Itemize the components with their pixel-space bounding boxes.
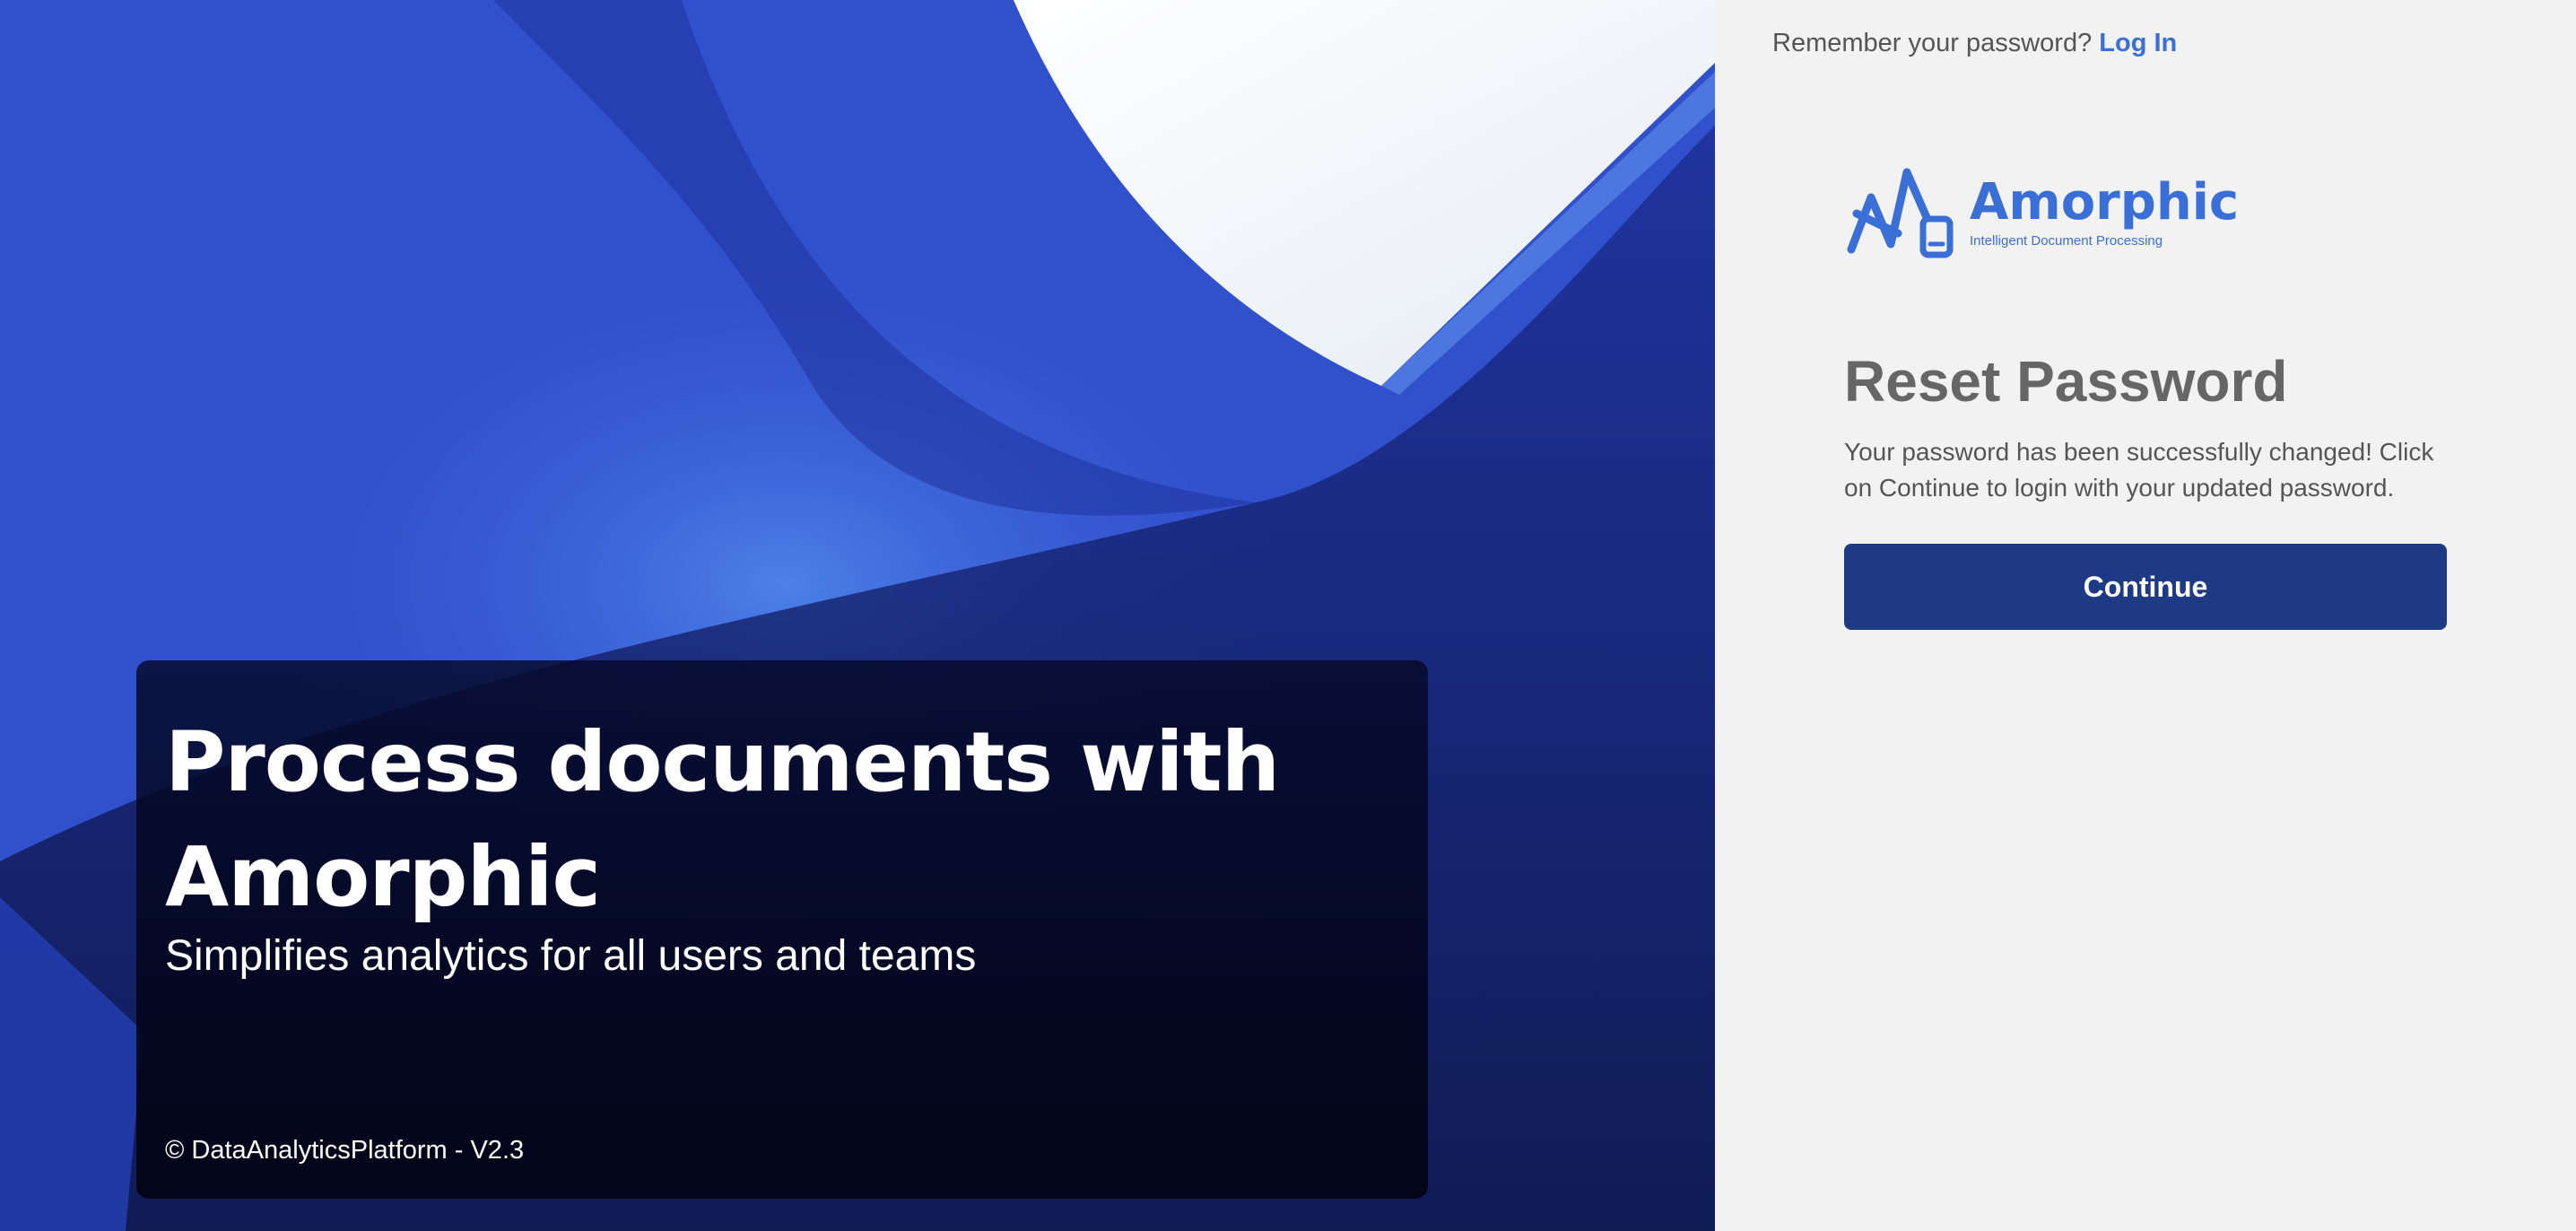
login-prompt-text: Remember your password? xyxy=(1772,29,2093,57)
version-footer: © DataAnalyticsPlatform - V2.3 xyxy=(165,1136,525,1165)
page-title: Reset Password xyxy=(1844,349,2288,414)
logo-tagline: Intelligent Document Processing xyxy=(1970,232,2163,249)
continue-button[interactable]: Continue xyxy=(1844,544,2447,630)
login-link[interactable]: Log In xyxy=(2099,29,2177,57)
hero-panel: Process documents with Amorphic Simplifi… xyxy=(0,0,1715,1231)
amorphic-logo: Amorphic Intelligent Document Processing xyxy=(1844,162,2239,262)
hero-title: Process documents with Amorphic xyxy=(165,714,1280,925)
success-message: Your password has been successfully chan… xyxy=(1844,438,2434,502)
logo-name: Amorphic xyxy=(1970,172,2240,231)
login-prompt: Remember your password? Log In xyxy=(1772,29,2177,58)
reset-panel: Remember your password? Log In Amorphic … xyxy=(1715,0,2576,1231)
hero-subtitle: Simplifies analytics for all users and t… xyxy=(165,932,977,980)
amorphic-logo-icon xyxy=(1847,168,1954,258)
hero-text-card: Process documents with Amorphic Simplifi… xyxy=(136,660,1428,1199)
reset-password-page: Process documents with Amorphic Simplifi… xyxy=(0,0,2576,1231)
